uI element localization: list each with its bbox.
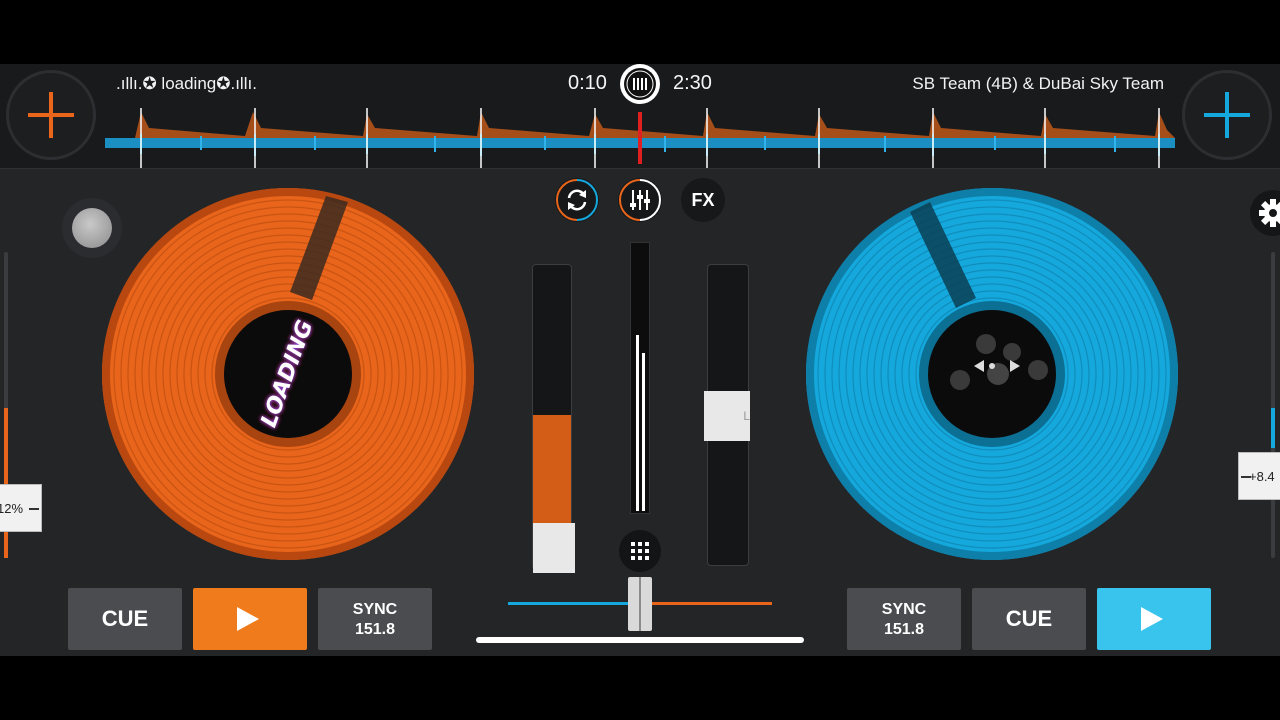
total-time: 2:30 <box>673 72 712 94</box>
grid-icon <box>631 542 649 560</box>
home-indicator[interactable] <box>476 637 804 643</box>
right-play-button[interactable] <box>1097 588 1211 650</box>
waveform-overview[interactable] <box>105 108 1175 168</box>
left-volume-fill <box>533 415 571 523</box>
right-volume-slider[interactable]: L <box>704 264 750 566</box>
left-turntable[interactable]: LOADING <box>102 188 474 560</box>
fx-label: FX <box>691 190 715 210</box>
right-volume-knob-label: L <box>743 409 750 423</box>
crossfader-left-side <box>508 602 640 605</box>
mixer-button[interactable] <box>618 178 662 222</box>
plus-icon <box>28 92 74 138</box>
center-disc-icon[interactable] <box>620 64 660 104</box>
left-bpm-value: 151.8 <box>354 621 396 638</box>
right-cue-label: CUE <box>1005 606 1053 631</box>
pads-button[interactable] <box>619 530 661 572</box>
mixer-sliders-icon <box>619 179 661 221</box>
left-volume-slider[interactable] <box>532 264 575 573</box>
left-pitch-knob[interactable]: 12% <box>0 484 42 532</box>
dj-app: .ıllı.✪ loading✪.ıllı. 0:10 2:30 SB Team… <box>0 64 1280 656</box>
left-sync-label: SYNC <box>352 601 398 618</box>
left-volume-knob[interactable] <box>533 523 575 573</box>
right-track-title: SB Team (4B) & DuBai Sky Team <box>912 74 1164 93</box>
right-volume-knob[interactable]: L <box>704 391 750 441</box>
left-cue-button[interactable]: CUE <box>68 588 182 650</box>
play-icon <box>1141 607 1163 631</box>
settings-button[interactable] <box>1250 190 1280 236</box>
loop-button[interactable] <box>555 178 599 222</box>
left-sync-button[interactable]: SYNC 151.8 <box>318 588 432 650</box>
left-track-title: .ıllı.✪ loading✪.ıllı. <box>116 74 257 93</box>
meter-bar-right <box>642 353 645 511</box>
right-pitch-slider-track[interactable] <box>1271 252 1275 558</box>
top-bar: .ıllı.✪ loading✪.ıllı. 0:10 2:30 SB Team… <box>0 64 1280 169</box>
right-record-label <box>928 310 1056 438</box>
add-track-left-button[interactable] <box>6 70 96 160</box>
right-sync-button[interactable]: SYNC 151.8 <box>847 588 961 650</box>
crossfader-knob[interactable] <box>628 577 652 631</box>
right-turntable[interactable] <box>806 188 1178 560</box>
playhead <box>638 112 642 164</box>
add-track-right-button[interactable] <box>1182 70 1272 160</box>
plus-icon <box>1204 92 1250 138</box>
fx-button[interactable]: FX <box>681 178 725 222</box>
gear-icon <box>1259 199 1280 227</box>
left-pitch-value: 12% <box>0 501 24 516</box>
right-cue-button[interactable]: CUE <box>972 588 1086 650</box>
left-cue-label: CUE <box>101 606 149 631</box>
master-level-meter <box>630 242 650 514</box>
meter-bar-left <box>636 335 639 511</box>
right-pitch-value: +8.4 <box>1249 469 1275 484</box>
pitch-marker <box>29 508 39 510</box>
right-sync-label: SYNC <box>881 601 927 618</box>
left-play-button[interactable] <box>193 588 307 650</box>
loop-icon <box>556 179 598 221</box>
left-pitch-fill <box>4 408 8 558</box>
elapsed-time: 0:10 <box>568 72 607 94</box>
crossfader-right-side <box>640 602 772 605</box>
right-bpm-value: 151.8 <box>883 621 925 638</box>
right-pitch-knob[interactable]: +8.4 <box>1238 452 1280 500</box>
play-icon <box>237 607 259 631</box>
record-art-icon <box>950 334 1048 390</box>
right-pitch-fill <box>1271 408 1275 448</box>
left-record-label: LOADING <box>224 310 352 438</box>
pitch-marker <box>1241 476 1251 478</box>
